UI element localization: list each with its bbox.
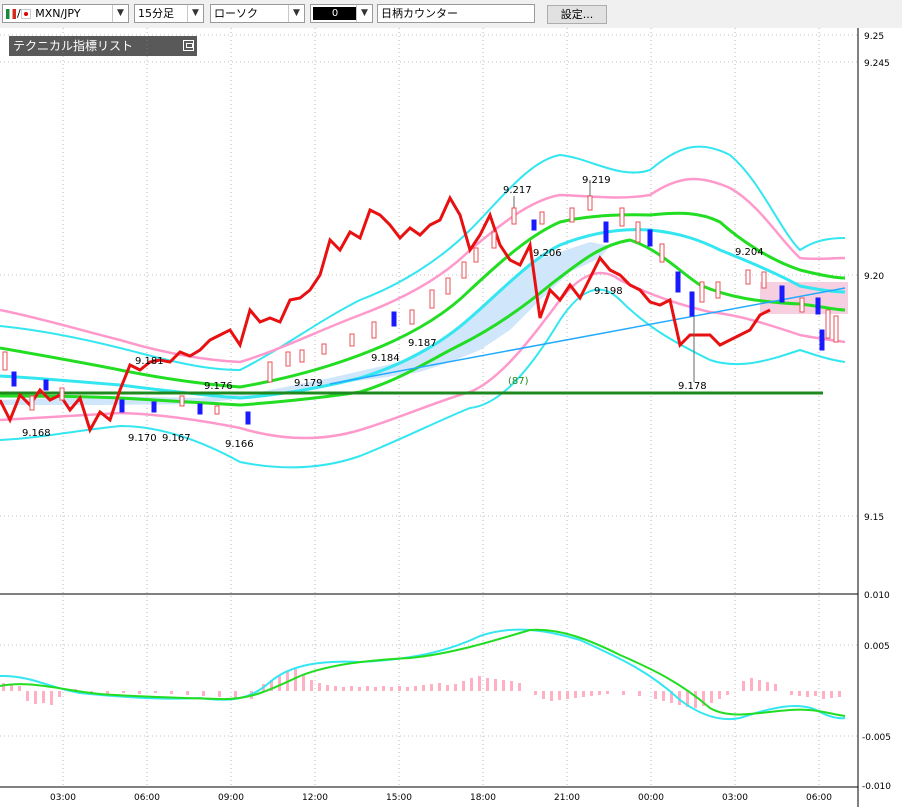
y-axis-labels: 9.25 9.245 9.20 9.15 0.010 0.005 -0.005 … (862, 32, 891, 792)
macd-line (0, 628, 846, 721)
trend-line (329, 287, 846, 385)
price-label: 9.181 (135, 356, 164, 367)
price-label: 9.168 (22, 428, 51, 439)
x-tick-label: 21:00 (554, 793, 580, 803)
y-tick-label: -0.005 (862, 733, 891, 743)
price-label: 9.219 (582, 175, 611, 186)
y-tick-label: -0.010 (862, 782, 891, 792)
price-label: 9.176 (204, 381, 233, 392)
x-tick-label: 06:00 (806, 793, 832, 803)
macd-signal-line (0, 628, 846, 717)
y-tick-label: 0.005 (864, 642, 890, 652)
y-tick-label: 9.25 (864, 32, 884, 42)
price-label: 9.178 (678, 381, 707, 392)
chevron-down-icon[interactable]: ▼ (187, 5, 203, 22)
toolbar: / MXN/JPY ▼ 15分足 ▼ ローソク ▼ 0 ▼ 日柄カウンター 設定… (0, 0, 902, 28)
counter-field[interactable]: 日柄カウンター (377, 4, 535, 23)
x-tick-label: 09:00 (218, 793, 244, 803)
y-tick-label: 9.245 (864, 59, 890, 69)
price-label: 9.198 (594, 286, 623, 297)
price-label: 9.217 (503, 185, 532, 196)
price-label: 9.166 (225, 439, 254, 450)
japan-flag-icon (20, 9, 31, 19)
count-label: (87) (508, 376, 529, 387)
price-label: 9.167 (162, 433, 191, 444)
timeframe-label: 15分足 (138, 7, 174, 20)
ma-long-lower (0, 238, 846, 407)
x-axis-labels: 03:00 06:00 09:00 12:00 15:00 18:00 21:0… (50, 793, 832, 803)
timeframe-select[interactable]: 15分足 ▼ (134, 4, 204, 23)
y-tick-label: 9.15 (864, 513, 884, 523)
price-label: 9.187 (408, 338, 437, 349)
currency-pair-select[interactable]: / MXN/JPY ▼ (2, 4, 129, 23)
currency-pair-label: MXN/JPY (35, 7, 81, 20)
price-label: 9.204 (735, 247, 764, 258)
x-tick-label: 15:00 (386, 793, 412, 803)
price-label: 9.184 (371, 353, 400, 364)
settings-button[interactable]: 設定... (547, 5, 607, 24)
y-tick-label: 0.010 (864, 591, 890, 601)
color-select[interactable]: 0 ▼ (310, 4, 373, 23)
price-chart[interactable]: 9.168 9.181 9.170 9.167 9.176 9.166 9.17… (0, 28, 902, 807)
price-label: 9.179 (294, 378, 323, 389)
gridlines (0, 28, 858, 787)
bollinger-upper-2 (0, 145, 846, 372)
x-tick-label: 06:00 (134, 793, 160, 803)
chart-style-label: ローソク (214, 7, 258, 20)
y-tick-label: 9.20 (864, 272, 884, 282)
mexico-flag-icon (6, 9, 16, 19)
chevron-down-icon[interactable]: ▼ (112, 5, 128, 22)
x-tick-label: 12:00 (302, 793, 328, 803)
price-label: 9.206 (533, 248, 562, 259)
bollinger-upper-1 (0, 177, 846, 364)
x-tick-label: 03:00 (722, 793, 748, 803)
red-indicator-line (0, 194, 771, 434)
macd-histogram (2, 669, 841, 708)
price-label: 9.170 (128, 433, 157, 444)
chevron-down-icon[interactable]: ▼ (288, 5, 304, 22)
x-tick-label: 00:00 (638, 793, 664, 803)
counter-label: 日柄カウンター (381, 7, 458, 20)
chevron-down-icon[interactable]: ▼ (356, 5, 372, 22)
chart-style-select[interactable]: ローソク ▼ (210, 4, 305, 23)
x-tick-label: 18:00 (470, 793, 496, 803)
color-swatch: 0 (313, 7, 357, 20)
bollinger-lower-2 (0, 288, 846, 469)
x-tick-label: 03:00 (50, 793, 76, 803)
